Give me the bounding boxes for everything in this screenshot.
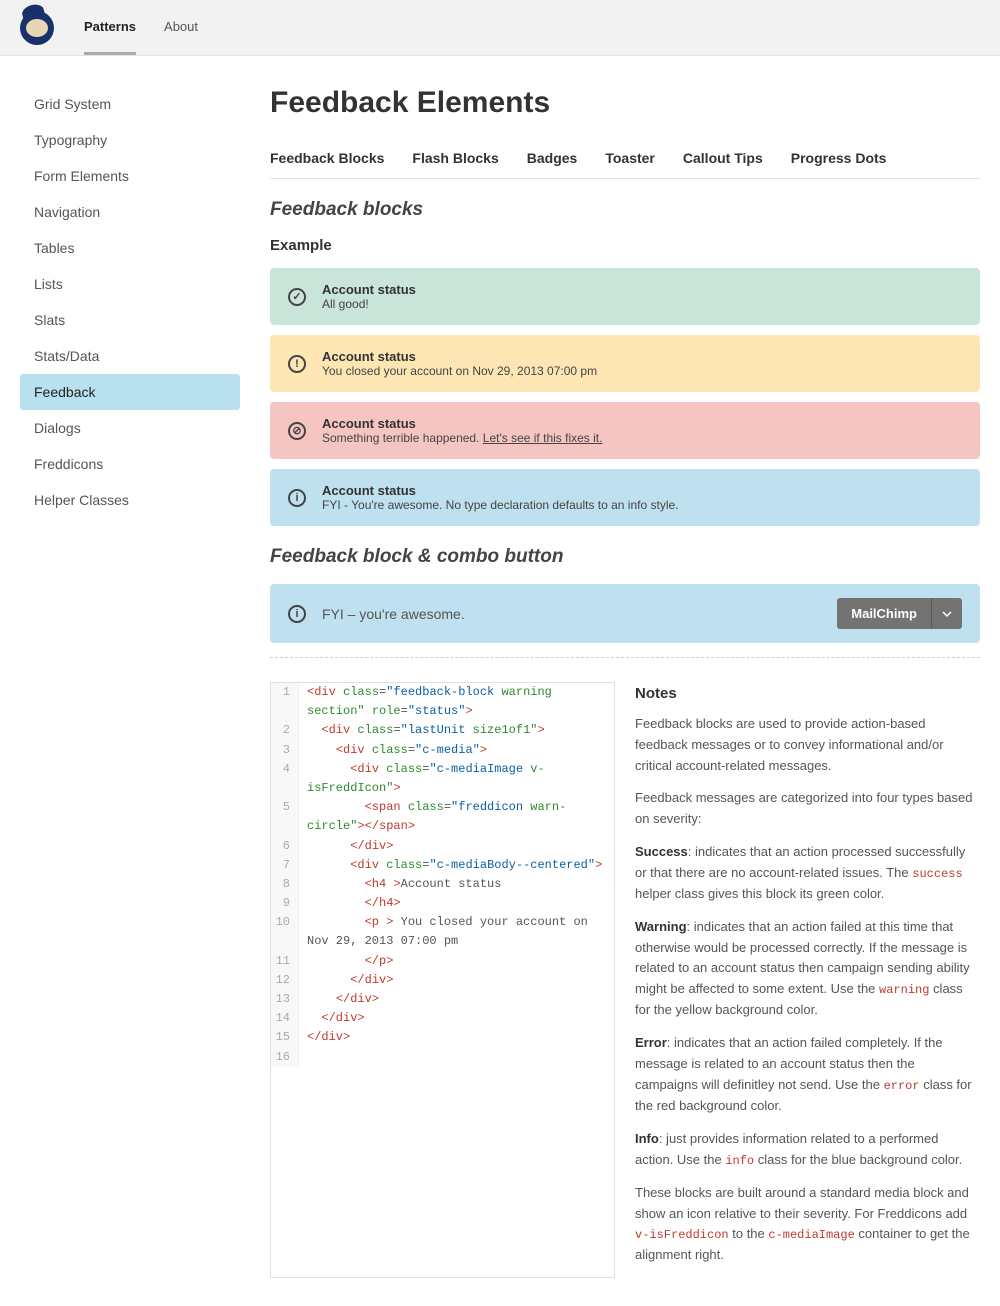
example-heading: Example — [270, 237, 980, 254]
tab-feedback-blocks[interactable]: Feedback Blocks — [270, 150, 384, 166]
feedback-block-warning: ! Account status You closed your account… — [270, 335, 980, 392]
sidebar-item-grid-system[interactable]: Grid System — [20, 86, 240, 122]
feedback-block-success: ✓ Account status All good! — [270, 268, 980, 325]
block-title: Account status — [322, 416, 602, 431]
notes-p1: Feedback blocks are used to provide acti… — [635, 714, 980, 776]
top-nav: Patterns About — [84, 1, 198, 55]
tab-toaster[interactable]: Toaster — [605, 150, 655, 166]
notes-success: Success: indicates that an action proces… — [635, 842, 980, 905]
info-circle-icon: i — [288, 489, 306, 507]
section-divider — [270, 657, 980, 658]
sidebar-item-slats[interactable]: Slats — [20, 302, 240, 338]
feedback-block-combo: i FYI – you're awesome. MailChimp — [270, 584, 980, 643]
tab-progress-dots[interactable]: Progress Dots — [791, 150, 887, 166]
topbar: Patterns About — [0, 0, 1000, 56]
combo-button-group: MailChimp — [837, 598, 962, 629]
sidebar-item-lists[interactable]: Lists — [20, 266, 240, 302]
notes-info: Info: just provides information related … — [635, 1129, 980, 1171]
combo-button[interactable]: MailChimp — [837, 598, 931, 629]
code-block: 1<div class="feedback-block warning sect… — [270, 682, 615, 1278]
notes-column: Notes Feedback blocks are used to provid… — [635, 682, 980, 1278]
content-tabs: Feedback Blocks Flash Blocks Badges Toaster… — [270, 150, 980, 179]
topnav-item-about[interactable]: About — [164, 1, 198, 55]
combo-dropdown-button[interactable] — [931, 598, 962, 629]
section-feedback-blocks: Feedback blocks — [270, 199, 980, 221]
notes-title: Notes — [635, 682, 980, 706]
sidebar-item-tables[interactable]: Tables — [20, 230, 240, 266]
chevron-down-icon — [942, 609, 952, 619]
sidebar-item-stats-data[interactable]: Stats/Data — [20, 338, 240, 374]
topnav-item-patterns[interactable]: Patterns — [84, 1, 136, 55]
sidebar-item-helper-classes[interactable]: Helper Classes — [20, 482, 240, 518]
sidebar-item-dialogs[interactable]: Dialogs — [20, 410, 240, 446]
not-allowed-icon: ⊘ — [288, 422, 306, 440]
page-title: Feedback Elements — [270, 86, 980, 120]
sidebar-item-feedback[interactable]: Feedback — [20, 374, 240, 410]
tab-flash-blocks[interactable]: Flash Blocks — [412, 150, 498, 166]
block-text: All good! — [322, 297, 416, 311]
main-content: Feedback Elements Feedback Blocks Flash B… — [240, 86, 980, 1278]
tab-callout-tips[interactable]: Callout Tips — [683, 150, 763, 166]
block-text: Something terrible happened. Let's see i… — [322, 431, 602, 445]
notes-p7: These blocks are built around a standard… — [635, 1183, 980, 1267]
block-text: FYI - You're awesome. No type declaratio… — [322, 498, 679, 512]
section-combo: Feedback block & combo button — [270, 546, 980, 568]
tab-badges[interactable]: Badges — [527, 150, 578, 166]
feedback-block-error: ⊘ Account status Something terrible happ… — [270, 402, 980, 459]
sidebar: Grid SystemTypographyForm ElementsNaviga… — [20, 86, 240, 1278]
feedback-block-info: i Account status FYI - You're awesome. N… — [270, 469, 980, 526]
sidebar-item-form-elements[interactable]: Form Elements — [20, 158, 240, 194]
sidebar-item-freddicons[interactable]: Freddicons — [20, 446, 240, 482]
block-title: Account status — [322, 282, 416, 297]
check-circle-icon: ✓ — [288, 288, 306, 306]
mailchimp-logo — [20, 11, 54, 45]
block-title: Account status — [322, 349, 597, 364]
combo-text: FYI – you're awesome. — [322, 606, 465, 622]
notes-error: Error: indicates that an action failed c… — [635, 1033, 980, 1117]
notes-p2: Feedback messages are categorized into f… — [635, 788, 980, 830]
notes-warning: Warning: indicates that an action failed… — [635, 917, 980, 1021]
info-circle-icon: i — [288, 605, 306, 623]
error-fix-link[interactable]: Let's see if this fixes it. — [483, 431, 603, 445]
sidebar-item-typography[interactable]: Typography — [20, 122, 240, 158]
sidebar-item-navigation[interactable]: Navigation — [20, 194, 240, 230]
warn-circle-icon: ! — [288, 355, 306, 373]
block-text: You closed your account on Nov 29, 2013 … — [322, 364, 597, 378]
block-title: Account status — [322, 483, 679, 498]
